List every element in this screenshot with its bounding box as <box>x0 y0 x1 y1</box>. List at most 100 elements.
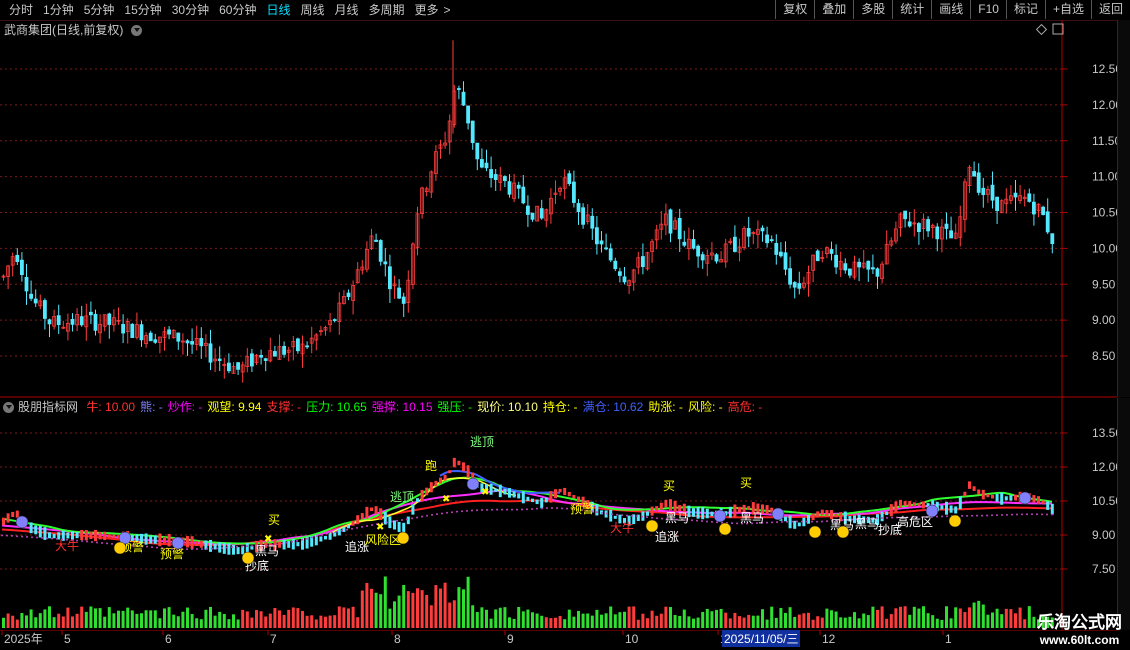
indicator-bar <box>98 532 102 540</box>
volume-bar <box>57 613 61 628</box>
candle-body <box>236 362 241 370</box>
dot-line <box>421 515 423 518</box>
indicator-bar <box>981 489 985 500</box>
dot-line <box>536 507 538 510</box>
candle-body <box>153 339 158 343</box>
dot-line <box>301 538 303 541</box>
volume-bar <box>475 612 479 628</box>
indicator-bar <box>521 491 525 504</box>
volume-bar <box>71 616 74 628</box>
indicator-bar <box>563 487 567 496</box>
dot-line <box>26 535 28 538</box>
indicator-bar <box>489 483 493 495</box>
face-icon <box>396 531 410 545</box>
dot-line <box>976 514 978 517</box>
indicator-bar <box>89 531 93 540</box>
volume-bar <box>75 613 79 628</box>
indicator-bar <box>972 486 976 491</box>
toolbar-button-2[interactable]: 多股 <box>853 0 892 19</box>
indicator-bar <box>995 493 999 502</box>
candle-body <box>788 268 792 285</box>
volume-bar <box>236 619 240 628</box>
indicator-bar <box>991 494 994 499</box>
dot-line <box>551 506 553 509</box>
chevron-right-icon[interactable]: > <box>444 2 456 18</box>
volume-bar <box>324 616 327 628</box>
tab-period-7[interactable]: 周线 <box>295 2 329 18</box>
volume-bar <box>632 606 636 628</box>
tab-period-4[interactable]: 30分钟 <box>167 2 214 18</box>
x-axis: 2025年5678910111212025/11/05/三 <box>0 630 1117 647</box>
dot-line <box>791 520 793 523</box>
candle-body <box>93 313 98 331</box>
dot-line <box>316 535 318 538</box>
indicator-bar <box>922 501 925 509</box>
tab-period-1[interactable]: 1分钟 <box>38 2 79 18</box>
tab-period-5[interactable]: 60分钟 <box>214 2 261 18</box>
volume-bar <box>646 618 649 628</box>
indicator-bar <box>434 480 438 487</box>
dot-line <box>446 511 448 514</box>
toolbar-button-5[interactable]: F10 <box>970 0 1006 19</box>
candle-body <box>199 338 204 347</box>
volume-bar <box>319 615 323 628</box>
indicator-bar <box>149 535 153 544</box>
tab-period-3[interactable]: 15分钟 <box>119 2 166 18</box>
candle-body <box>507 181 512 195</box>
candle-body <box>226 362 231 372</box>
toolbar-button-0[interactable]: 复权 <box>775 0 814 19</box>
candle-body <box>797 283 802 289</box>
volume-bar <box>310 615 314 628</box>
toolbar-button-3[interactable]: 统计 <box>892 0 931 19</box>
toolbar-button-6[interactable]: 标记 <box>1005 0 1045 19</box>
candle-body <box>760 227 765 232</box>
face-icon <box>113 541 127 555</box>
indicator-bar <box>784 516 787 522</box>
toolbar-button-1[interactable]: 叠加 <box>814 0 853 19</box>
volume-bar <box>664 606 668 628</box>
dot-line <box>646 516 648 519</box>
volume-bar <box>715 609 718 628</box>
dot-line <box>11 534 13 537</box>
indicator-chart[interactable]: 13.5012.0010.509.007.50逃顶跑逃顶买买买大牛大牛预警预警预… <box>0 398 1117 630</box>
tab-period-6[interactable]: 日线 <box>261 2 295 18</box>
dot-line <box>606 512 608 515</box>
tab-period-10[interactable]: 更多 <box>410 2 444 18</box>
toolbar-button-8[interactable]: 返回 <box>1090 0 1130 19</box>
volume-bar <box>397 595 401 628</box>
volume-bar <box>356 617 360 628</box>
indicator-bar <box>291 539 295 550</box>
volume-bar <box>287 609 291 628</box>
candlestick-chart[interactable]: 12.50 12.00 11.50 11.00 10.50 10.00 9.50 9.00 8.… <box>0 20 1117 398</box>
dot-line <box>701 520 703 523</box>
toolbar-button-4[interactable]: 画线 <box>931 0 970 19</box>
face-icon <box>645 519 659 533</box>
candle-body <box>774 243 779 255</box>
indicator-bar <box>462 462 465 472</box>
volume-bar <box>494 609 498 628</box>
dot-line <box>246 545 248 548</box>
candle-body <box>24 276 29 292</box>
tab-period-2[interactable]: 5分钟 <box>79 2 120 18</box>
volume-bar <box>126 607 130 628</box>
tab-period-8[interactable]: 月线 <box>330 2 364 18</box>
toolbar-button-7[interactable]: +自选 <box>1044 0 1091 19</box>
volume-bar <box>641 613 645 628</box>
indicator-bar <box>342 527 346 532</box>
volume-bar <box>20 613 24 628</box>
tab-period-0[interactable]: 分时 <box>4 2 38 18</box>
volume-bar <box>958 608 962 628</box>
toolbar-right-buttons: 复权 叠加 多股 统计 画线 F10 标记 +自选 返回 <box>775 0 1130 19</box>
candle-body <box>779 251 783 257</box>
volume-bar <box>305 615 309 628</box>
dot-line <box>81 540 83 543</box>
candle-body <box>604 247 608 250</box>
indicator-bar <box>374 506 378 514</box>
tab-period-9[interactable]: 多周期 <box>364 2 410 18</box>
volume-bar <box>609 606 613 628</box>
volume-bar <box>149 610 153 628</box>
candle-body <box>765 234 769 244</box>
dot-line <box>781 520 783 523</box>
top-toolbar: 分时 1分钟 5分钟 15分钟 30分钟 60分钟 日线 周线 月线 多周期 更多 > 复权 叠加 多股统… <box>0 0 1130 21</box>
volume-bar <box>34 617 38 628</box>
